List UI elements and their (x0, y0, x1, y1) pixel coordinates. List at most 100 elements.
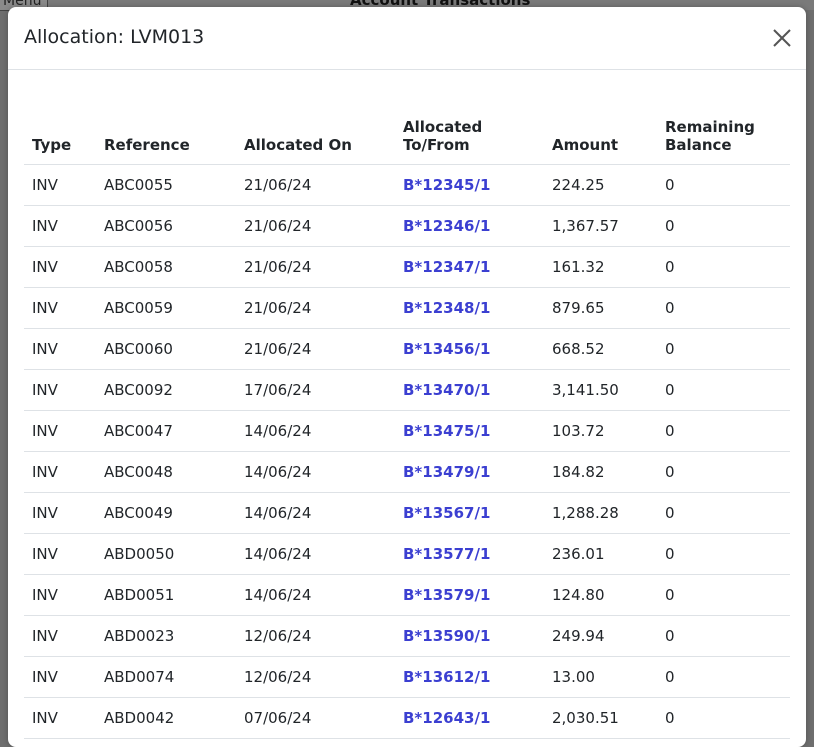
cell-reference: ABC0056 (96, 205, 236, 247)
cell-amount: 879.65 (544, 287, 657, 329)
cell-remaining-balance: 0 (657, 451, 790, 493)
table-header-row: Type Reference Allocated On Allocated To… (24, 94, 790, 165)
cell-remaining-balance: 0 (657, 574, 790, 616)
table-row: INV ABC0047 14/06/24 B*13475/1 103.72 0 (24, 410, 790, 452)
allocation-link[interactable]: B*13579/1 (403, 586, 490, 604)
table-row: INV ABD0074 12/06/24 B*13612/1 13.00 0 (24, 656, 790, 698)
cell-amount: 1,367.57 (544, 205, 657, 247)
allocation-link[interactable]: B*12643/1 (403, 709, 490, 727)
cell-reference: ABD0050 (96, 533, 236, 575)
table-row: INV ABC0048 14/06/24 B*13479/1 184.82 0 (24, 451, 790, 493)
cell-remaining-balance: 0 (657, 697, 790, 739)
allocation-link[interactable]: B*13456/1 (403, 340, 490, 358)
cell-reference: ABC0055 (96, 164, 236, 206)
allocation-link[interactable]: B*12346/1 (403, 217, 490, 235)
cell-remaining-balance: 0 (657, 328, 790, 370)
cell-allocated-on: 21/06/24 (236, 164, 395, 206)
cell-allocated-on: 14/06/24 (236, 410, 395, 452)
table-row: INV ABC0058 21/06/24 B*12347/1 161.32 0 (24, 246, 790, 288)
cell-allocated-to-from: B*12347/1 (395, 246, 544, 288)
cell-type: INV (24, 369, 96, 411)
table-row: INV ABD0042 07/06/24 B*12643/1 2,030.51 0 (24, 697, 790, 739)
allocation-link[interactable]: B*12347/1 (403, 258, 490, 276)
cell-amount: 184.82 (544, 451, 657, 493)
cell-type: INV (24, 615, 96, 657)
allocation-link[interactable]: B*12345/1 (403, 176, 490, 194)
table-row: INV ABC0059 21/06/24 B*12348/1 879.65 0 (24, 287, 790, 329)
cell-allocated-to-from: B*13470/1 (395, 369, 544, 411)
cell-allocated-on: 07/06/24 (236, 697, 395, 739)
allocation-link[interactable]: B*13475/1 (403, 422, 490, 440)
cell-type: INV (24, 451, 96, 493)
cell-allocated-to-from: B*13479/1 (395, 451, 544, 493)
cell-amount: 1,288.28 (544, 492, 657, 534)
cell-reference: ABD0051 (96, 574, 236, 616)
cell-remaining-balance: 0 (657, 287, 790, 329)
cell-reference: ABC0048 (96, 451, 236, 493)
cell-remaining-balance: 0 (657, 615, 790, 657)
allocation-link[interactable]: B*13612/1 (403, 668, 490, 686)
allocation-link[interactable]: B*13479/1 (403, 463, 490, 481)
column-header-reference: Reference (96, 94, 236, 165)
allocation-link[interactable]: B*13567/1 (403, 504, 490, 522)
cell-allocated-on: 21/06/24 (236, 287, 395, 329)
allocation-link[interactable]: B*13470/1 (403, 381, 490, 399)
cell-allocated-on: 14/06/24 (236, 533, 395, 575)
cell-allocated-to-from: B*13612/1 (395, 656, 544, 698)
cell-reference: ABC0058 (96, 246, 236, 288)
cell-allocated-on: 14/06/24 (236, 574, 395, 616)
close-icon (773, 29, 791, 47)
cell-allocated-to-from: B*13456/1 (395, 328, 544, 370)
cell-allocated-to-from: B*12348/1 (395, 287, 544, 329)
column-header-remaining-balance: Remaining Balance (657, 94, 790, 165)
cell-type: INV (24, 410, 96, 452)
allocation-link[interactable]: B*13577/1 (403, 545, 490, 563)
cell-type: INV (24, 697, 96, 739)
cell-allocated-to-from: B*13475/1 (395, 410, 544, 452)
cell-reference: ABC0047 (96, 410, 236, 452)
cell-remaining-balance: 0 (657, 533, 790, 575)
cell-type: INV (24, 656, 96, 698)
cell-allocated-to-from: B*13567/1 (395, 492, 544, 534)
cell-amount: 668.52 (544, 328, 657, 370)
cell-reference: ABD0023 (96, 615, 236, 657)
cell-allocated-to-from: B*13579/1 (395, 574, 544, 616)
allocation-table: Type Reference Allocated On Allocated To… (24, 94, 790, 739)
cell-amount: 103.72 (544, 410, 657, 452)
cell-remaining-balance: 0 (657, 369, 790, 411)
cell-allocated-on: 17/06/24 (236, 369, 395, 411)
column-header-allocated-to-from: Allocated To/From (395, 94, 544, 165)
table-row: INV ABC0055 21/06/24 B*12345/1 224.25 0 (24, 164, 790, 206)
cell-amount: 2,030.51 (544, 697, 657, 739)
cell-reference: ABC0059 (96, 287, 236, 329)
cell-amount: 236.01 (544, 533, 657, 575)
cell-allocated-on: 14/06/24 (236, 451, 395, 493)
cell-allocated-on: 21/06/24 (236, 205, 395, 247)
cell-allocated-to-from: B*12346/1 (395, 205, 544, 247)
cell-amount: 161.32 (544, 246, 657, 288)
allocation-link[interactable]: B*13590/1 (403, 627, 490, 645)
allocation-modal: Allocation: LVM013 Type Reference Alloca… (8, 7, 806, 747)
cell-reference: ABC0060 (96, 328, 236, 370)
cell-allocated-on: 12/06/24 (236, 615, 395, 657)
table-row: INV ABC0092 17/06/24 B*13470/1 3,141.50 0 (24, 369, 790, 411)
cell-remaining-balance: 0 (657, 492, 790, 534)
cell-type: INV (24, 164, 96, 206)
modal-body: Type Reference Allocated On Allocated To… (8, 70, 806, 739)
modal-title: Allocation: LVM013 (24, 26, 205, 48)
cell-type: INV (24, 205, 96, 247)
cell-reference: ABD0042 (96, 697, 236, 739)
cell-remaining-balance: 0 (657, 246, 790, 288)
cell-amount: 124.80 (544, 574, 657, 616)
cell-allocated-to-from: B*12345/1 (395, 164, 544, 206)
cell-remaining-balance: 0 (657, 410, 790, 452)
modal-header: Allocation: LVM013 (8, 7, 806, 70)
table-row: INV ABC0049 14/06/24 B*13567/1 1,288.28 0 (24, 492, 790, 534)
cell-type: INV (24, 574, 96, 616)
allocation-link[interactable]: B*12348/1 (403, 299, 490, 317)
column-header-amount: Amount (544, 94, 657, 165)
cell-amount: 249.94 (544, 615, 657, 657)
close-button[interactable] (770, 26, 794, 50)
cell-type: INV (24, 492, 96, 534)
column-header-type: Type (24, 94, 96, 165)
